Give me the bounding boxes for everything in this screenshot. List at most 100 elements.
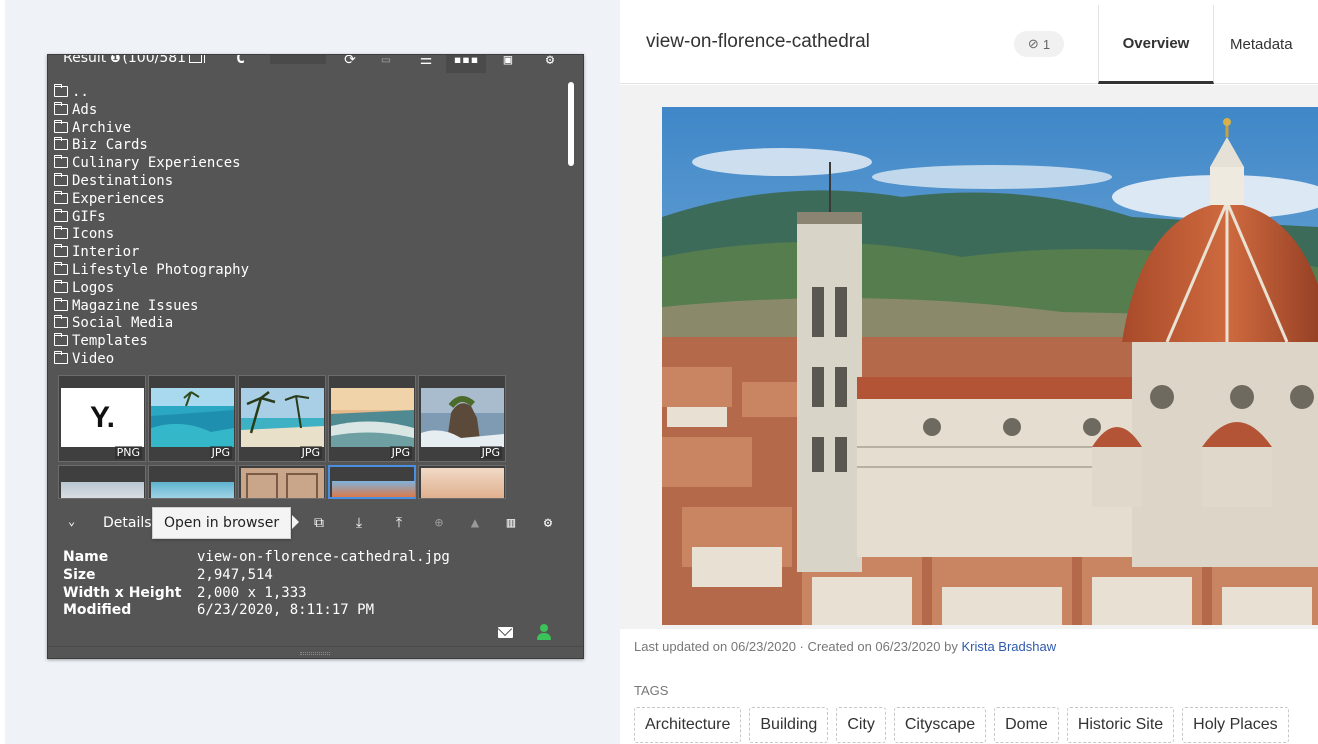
property-value: 2,947,514: [197, 566, 273, 583]
pages-icon[interactable]: [189, 55, 206, 63]
folder-icon: [54, 244, 68, 258]
folder-item[interactable]: Lifestyle Photography: [54, 261, 249, 280]
folder-item[interactable]: Biz Cards: [54, 137, 249, 155]
zoom-icon[interactable]: ⊕: [426, 511, 452, 535]
thumbnail-jpg[interactable]: JPG: [238, 375, 326, 462]
folder-label: Biz Cards: [72, 137, 148, 154]
asset-header: view-on-florence-cathedral ⊘ 1 Overview M…: [620, 0, 1318, 84]
folder-item[interactable]: Logos: [54, 279, 249, 298]
external-link-icon[interactable]: ⧉: [306, 511, 332, 535]
download-icon[interactable]: ⤓: [346, 511, 372, 535]
file-manager-panel: Result ❶ (100/581 C ⟳ ▭ ☰ ▪▪▪ ▣ ⚙ .. Ads Arc…: [47, 54, 584, 659]
folder-item[interactable]: Social Media: [54, 315, 249, 333]
folder-label: Video: [72, 350, 115, 367]
folder-item[interactable]: Interior: [54, 244, 249, 262]
folder-item[interactable]: Archive: [54, 119, 249, 138]
folder-label: Destinations: [72, 172, 174, 189]
settings-icon[interactable]: ⚙: [530, 55, 570, 73]
tags-label: TAGS: [634, 683, 669, 698]
tab-metadata[interactable]: Metadata: [1230, 5, 1318, 83]
tag[interactable]: Holy Places: [1182, 707, 1289, 743]
result-toolbar: Result ❶ (100/581 C ⟳ ▭ ☰ ▪▪▪ ▣ ⚙: [48, 54, 583, 73]
property-value: 2,000 x 1,333: [197, 584, 307, 601]
copy-icon[interactable]: ▭: [366, 55, 406, 73]
folder-item[interactable]: GIFs: [54, 208, 249, 227]
tag[interactable]: Building: [749, 707, 829, 743]
folder-item[interactable]: Icons: [54, 226, 249, 244]
folder-label: Culinary Experiences: [72, 155, 241, 172]
thumbnail-jpg[interactable]: JPG: [328, 375, 416, 462]
result-count: (100/581: [122, 54, 187, 66]
folder-label: Magazine Issues: [72, 297, 199, 314]
tag[interactable]: City: [836, 707, 886, 743]
resize-handle[interactable]: [48, 646, 583, 658]
rotate-icon[interactable]: ⟳: [330, 55, 370, 73]
folder-icon: [54, 119, 68, 133]
folder-item[interactable]: ..: [54, 84, 249, 102]
asset-preview-image[interactable]: [662, 107, 1318, 625]
property-row: Name view-on-florence-cathedral.jpg: [63, 549, 450, 567]
folder-icon: [54, 190, 68, 204]
folder-icon: [54, 101, 68, 115]
info-icon[interactable]: ❶: [110, 55, 120, 65]
property-row: Modified 6/23/2020, 8:11:17 PM: [63, 602, 450, 620]
folder-icon: [54, 279, 68, 293]
grip-icon: [300, 652, 330, 655]
folder-icon: [54, 315, 68, 329]
folder-item[interactable]: Destinations: [54, 172, 249, 191]
folder-icon: [54, 137, 68, 151]
settings-icon[interactable]: ⚙: [535, 511, 561, 535]
thumbnail-selected[interactable]: [328, 465, 416, 499]
file-properties: Name view-on-florence-cathedral.jpg Size 2…: [63, 549, 450, 620]
folder-item[interactable]: Video: [54, 350, 249, 369]
thumbnail-jpg[interactable]: JPG: [418, 375, 506, 462]
thumbnail-png[interactable]: Y. PNG: [58, 375, 146, 462]
folder-item[interactable]: Experiences: [54, 190, 249, 209]
attachments-count: 1: [1042, 36, 1051, 52]
folder-item[interactable]: Magazine Issues: [54, 297, 249, 316]
grid-view-icon[interactable]: ▪▪▪: [446, 55, 486, 73]
folder-label: GIFs: [72, 208, 106, 225]
result-label: Result ❶ (100/581: [63, 54, 206, 66]
filter-input[interactable]: [270, 55, 326, 64]
tab-overview[interactable]: Overview: [1098, 5, 1214, 84]
file-type-badge: JPG: [299, 446, 322, 459]
thumbnail[interactable]: [148, 465, 236, 499]
file-type-badge: JPG: [389, 446, 412, 459]
scrollbar[interactable]: [568, 82, 574, 166]
folder-icon: [54, 297, 68, 311]
refresh-icon[interactable]: C: [236, 55, 245, 67]
folder-icon: [54, 172, 68, 186]
property-value: 6/23/2020, 8:11:17 PM: [197, 602, 375, 619]
thumbnail[interactable]: [238, 465, 326, 499]
folder-label: Logos: [72, 279, 115, 296]
chevron-down-icon[interactable]: ⌄: [68, 514, 75, 528]
asset-title: view-on-florence-cathedral: [646, 31, 870, 52]
tag[interactable]: Cityscape: [893, 707, 987, 743]
card-view-icon[interactable]: ▣: [488, 55, 528, 73]
paperclip-icon: ⊘: [1027, 36, 1039, 51]
file-type-badge: JPG: [479, 446, 502, 459]
trash-icon[interactable]: ▥: [498, 511, 524, 535]
tag[interactable]: Dome: [994, 707, 1059, 743]
lock-icon[interactable]: ▲: [462, 511, 488, 535]
property-key: Size: [63, 566, 96, 583]
upload-icon[interactable]: ⤒: [386, 511, 412, 535]
author-link[interactable]: Krista Bradshaw: [961, 639, 1056, 654]
thumbnail-jpg[interactable]: JPG: [148, 375, 236, 462]
folder-label: Experiences: [72, 190, 165, 207]
folder-item[interactable]: Ads: [54, 101, 249, 120]
tag[interactable]: Historic Site: [1066, 707, 1175, 743]
thumbnail[interactable]: [58, 465, 146, 499]
thumbnail[interactable]: [418, 465, 506, 499]
folder-item[interactable]: Culinary Experiences: [54, 155, 249, 173]
list-view-icon[interactable]: ☰: [406, 55, 446, 73]
folder-icon: [54, 333, 68, 347]
user-icon[interactable]: [537, 624, 551, 640]
mail-icon[interactable]: [498, 627, 513, 638]
tag[interactable]: Architecture: [634, 707, 742, 743]
folder-label: Archive: [72, 119, 132, 136]
folder-item[interactable]: Templates: [54, 333, 249, 351]
folder-tree: .. Ads Archive Biz Cards Culinary Experience…: [54, 84, 249, 369]
attachments-badge[interactable]: ⊘ 1: [1014, 31, 1064, 57]
